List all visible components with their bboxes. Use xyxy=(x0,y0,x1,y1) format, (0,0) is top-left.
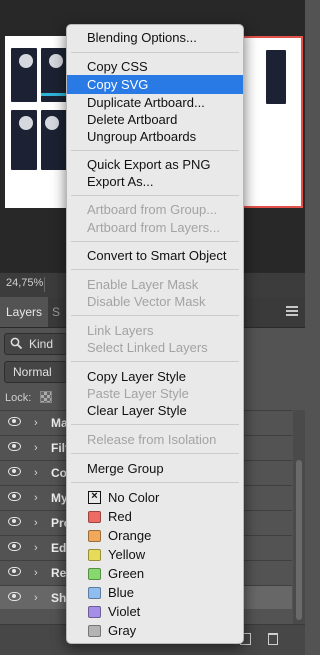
menu-separator xyxy=(71,424,239,425)
lock-label: Lock: xyxy=(5,392,32,404)
color-swatch-icon xyxy=(88,606,101,618)
visibility-eye-icon[interactable] xyxy=(8,542,21,551)
menu-separator xyxy=(71,195,239,196)
visibility-eye-icon[interactable] xyxy=(8,567,21,576)
visibility-eye-icon[interactable] xyxy=(8,442,21,451)
menu-item-disable-vector-mask: Disable Vector Mask xyxy=(87,294,206,309)
color-swatch-icon xyxy=(88,549,101,561)
menu-item-artboard-from-group: Artboard from Group... xyxy=(87,202,218,217)
blend-mode-label: Normal xyxy=(13,365,52,379)
menu-separator xyxy=(71,269,239,270)
expand-chevron-icon[interactable]: › xyxy=(34,417,38,429)
menu-separator xyxy=(71,315,239,316)
color-swatch-icon xyxy=(88,625,101,637)
zoom-level[interactable]: 24,75% xyxy=(6,277,43,289)
trash-icon[interactable] xyxy=(268,633,278,645)
blend-mode-select[interactable]: Normal xyxy=(4,361,67,383)
artboard-thumbnail xyxy=(41,48,67,102)
tab-secondary[interactable]: S xyxy=(52,297,66,327)
artboard-selected[interactable] xyxy=(238,36,303,208)
menu-item-blending-options[interactable]: Blending Options... xyxy=(67,28,243,47)
expand-chevron-icon[interactable]: › xyxy=(34,542,38,554)
visibility-eye-icon[interactable] xyxy=(8,592,21,601)
tab-layers[interactable]: Layers xyxy=(0,297,48,327)
expand-chevron-icon[interactable]: › xyxy=(34,592,38,604)
color-swatch-icon xyxy=(88,587,101,599)
artboard-thumbnail xyxy=(11,110,37,170)
artboard-thumbnail xyxy=(266,50,286,104)
menu-separator xyxy=(71,361,239,362)
panel-menu-icon[interactable] xyxy=(286,306,298,316)
layer-name: Sh xyxy=(51,591,67,605)
no-color-icon: × xyxy=(88,491,101,504)
menu-item-merge-group[interactable]: Merge Group xyxy=(67,459,243,478)
menu-item-copy-svg[interactable]: Copy SVG xyxy=(67,75,243,94)
menu-separator xyxy=(71,150,239,151)
visibility-eye-icon[interactable] xyxy=(8,492,21,501)
artboard-thumbnail xyxy=(11,48,37,102)
menu-item-artboard-from-layers: Artboard from Layers... xyxy=(87,220,220,235)
color-swatch-icon xyxy=(88,568,101,580)
filter-kind-select[interactable]: Kind xyxy=(4,333,67,355)
expand-chevron-icon[interactable]: › xyxy=(34,517,38,529)
expand-chevron-icon[interactable]: › xyxy=(34,442,38,454)
layer-name: Re xyxy=(51,566,67,580)
color-swatch-icon xyxy=(88,530,101,542)
expand-chevron-icon[interactable]: › xyxy=(34,467,38,479)
artboard-thumbnail xyxy=(41,110,67,170)
menu-item-select-linked-layers: Select Linked Layers xyxy=(87,340,208,355)
color-swatch-icon xyxy=(88,511,101,523)
menu-item-ungroup-artboards[interactable]: Ungroup Artboards xyxy=(67,127,243,146)
visibility-eye-icon[interactable] xyxy=(8,417,21,426)
divider xyxy=(44,277,45,292)
visibility-eye-icon[interactable] xyxy=(8,517,21,526)
context-menu: Blending Options... Copy CSS Copy SVG Du… xyxy=(66,24,244,644)
lock-transparency-icon[interactable] xyxy=(40,391,52,403)
menu-item-convert-smart-object[interactable]: Convert to Smart Object xyxy=(67,246,243,265)
menu-separator xyxy=(71,52,239,53)
menu-separator xyxy=(71,453,239,454)
menu-item-export-as[interactable]: Export As... xyxy=(67,172,243,191)
scrollbar-thumb[interactable] xyxy=(296,460,302,620)
menu-separator xyxy=(71,241,239,242)
menu-item-copy-css[interactable]: Copy CSS xyxy=(67,57,243,76)
expand-chevron-icon[interactable]: › xyxy=(34,492,38,504)
menu-item-clear-layer-style[interactable]: Clear Layer Style xyxy=(67,401,243,420)
expand-chevron-icon[interactable]: › xyxy=(34,567,38,579)
layer-name: Co xyxy=(51,466,67,480)
menu-item-release-isolation: Release from Isolation xyxy=(87,432,217,447)
visibility-eye-icon[interactable] xyxy=(8,467,21,476)
menu-separator xyxy=(71,482,239,483)
search-icon xyxy=(10,337,23,350)
filter-kind-label: Kind xyxy=(29,337,54,351)
